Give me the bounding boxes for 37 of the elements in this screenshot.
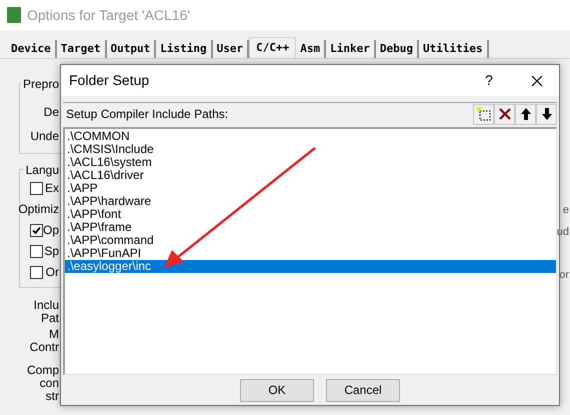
list-header: Setup Compiler Include Paths: bbox=[66, 106, 230, 123]
group-title: Langu bbox=[24, 163, 59, 177]
path-item[interactable]: .\APP\frame bbox=[65, 221, 556, 234]
field-label: Pat bbox=[40, 312, 59, 325]
tab[interactable]: Output bbox=[106, 40, 156, 58]
path-item[interactable]: .\APP bbox=[65, 182, 556, 195]
path-item[interactable]: .\COMMON bbox=[65, 130, 556, 143]
checkbox-label: Or bbox=[46, 265, 59, 279]
path-item[interactable]: .\ACL16\system bbox=[65, 156, 556, 169]
field-label: Inclu bbox=[34, 299, 59, 312]
checkbox-label: Op bbox=[42, 223, 59, 237]
window-title: Options for Target 'ACL16' bbox=[27, 6, 190, 25]
tab[interactable]: User bbox=[212, 40, 250, 58]
tab[interactable]: C/C++ bbox=[249, 37, 296, 59]
ok-button[interactable]: OK bbox=[240, 378, 314, 402]
path-item[interactable]: .\CMSIS\Include bbox=[65, 143, 556, 156]
path-item[interactable]: .\APP\FunAPI bbox=[65, 247, 556, 260]
path-item[interactable]: .\APP\command bbox=[65, 234, 556, 247]
field-label: con bbox=[40, 377, 59, 390]
path-item[interactable]: .\APP\font bbox=[65, 208, 556, 221]
dialog-title: Folder Setup bbox=[69, 71, 150, 90]
option-label: Optimiz bbox=[18, 202, 59, 216]
field-label: M bbox=[49, 328, 59, 341]
checkbox-label: Ex bbox=[44, 181, 59, 195]
cancel-button[interactable]: Cancel bbox=[326, 378, 400, 402]
field-label: e bbox=[562, 203, 569, 217]
checkbox-label: Sp bbox=[44, 244, 59, 258]
field-label: str bbox=[46, 390, 59, 403]
path-item[interactable]: .\ACL16\driver bbox=[65, 169, 556, 182]
field-label: Unde bbox=[30, 129, 59, 143]
help-button[interactable]: ? bbox=[477, 70, 501, 91]
path-item[interactable]: .\APP\hardware bbox=[65, 195, 556, 208]
group-title: Prepro bbox=[20, 77, 59, 91]
path-item[interactable]: .\easylogger\inc bbox=[65, 260, 556, 273]
field-label: Contr bbox=[30, 341, 59, 354]
field-label: Comp bbox=[26, 364, 59, 377]
field-label: De bbox=[44, 105, 59, 119]
